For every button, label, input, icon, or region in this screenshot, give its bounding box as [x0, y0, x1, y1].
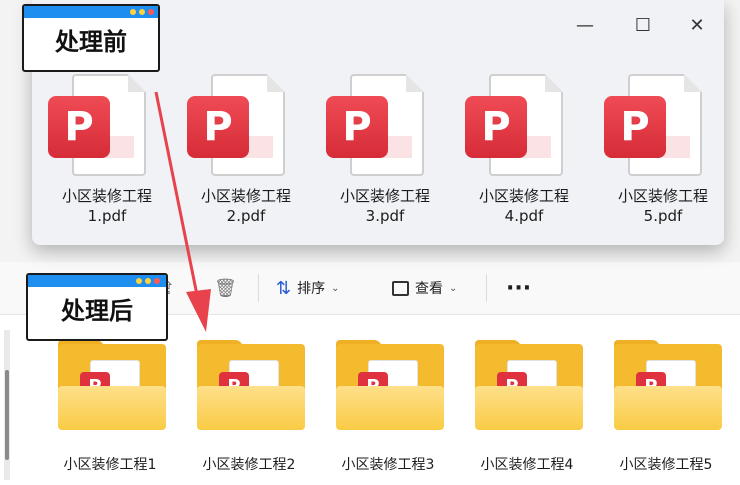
transition-arrow: [154, 91, 211, 332]
dot-icon: [136, 278, 142, 284]
card-titlebar: [24, 6, 158, 18]
dot-icon: [145, 278, 151, 284]
dot-icon: [130, 9, 136, 15]
before-label: 处理前: [55, 28, 127, 56]
after-label-card: 处理后: [26, 273, 168, 341]
dot-icon: [148, 9, 154, 15]
dot-icon: [139, 9, 145, 15]
before-label-card: 处理前: [22, 4, 160, 72]
after-label: 处理后: [61, 297, 133, 325]
card-titlebar: [28, 275, 166, 287]
dot-icon: [154, 278, 160, 284]
